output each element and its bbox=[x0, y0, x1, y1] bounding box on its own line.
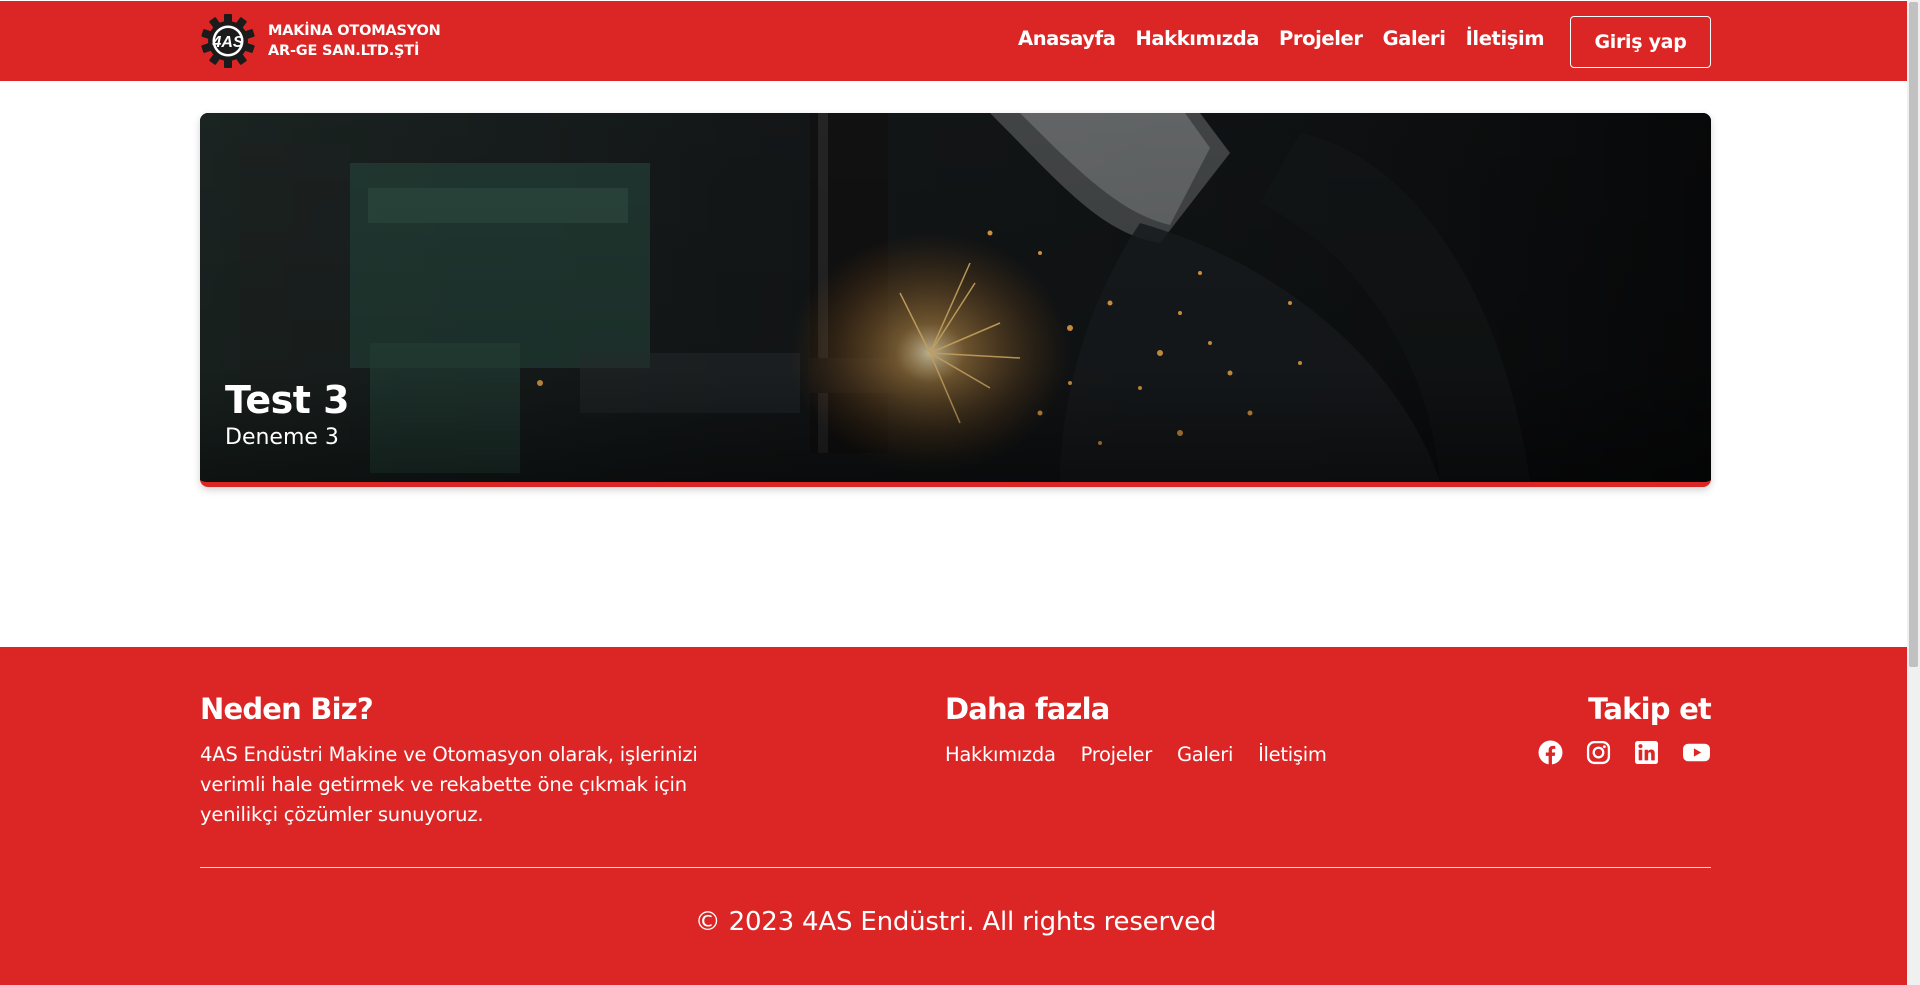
instagram-icon[interactable] bbox=[1586, 740, 1611, 765]
copyright-text: © 2023 4AS Endüstri. All rights reserved bbox=[694, 907, 1217, 937]
hero-card[interactable]: Test 3 Deneme 3 bbox=[200, 113, 1711, 487]
nav-projects[interactable]: Projeler bbox=[1279, 27, 1363, 50]
footer-more-title: Daha fazla bbox=[945, 692, 1110, 726]
brand-line-1: MAKİNA OTOMASYON bbox=[268, 23, 441, 39]
nav-about[interactable]: Hakkımızda bbox=[1135, 27, 1259, 50]
linkedin-icon[interactable] bbox=[1634, 740, 1659, 765]
hero-title: Test 3 bbox=[225, 378, 350, 422]
footer-link-projects[interactable]: Projeler bbox=[1081, 740, 1153, 770]
footer-why-text: 4AS Endüstri Makine ve Otomasyon olarak,… bbox=[200, 743, 698, 826]
footer-follow-title: Takip et bbox=[1588, 692, 1712, 726]
hero-caption: Test 3 Deneme 3 bbox=[225, 377, 350, 453]
gear-logo-icon: 4AS bbox=[201, 14, 255, 68]
brand-line-2: AR-GE SAN.LTD.ŞTİ bbox=[268, 43, 420, 59]
login-button[interactable]: Giriş yap bbox=[1570, 16, 1711, 68]
navbar: 4AS MAKİNA OTOMASYON AR-GE SAN.LTD.ŞTİ A… bbox=[0, 1, 1907, 81]
youtube-icon[interactable] bbox=[1682, 740, 1711, 765]
page-viewport: 4AS MAKİNA OTOMASYON AR-GE SAN.LTD.ŞTİ A… bbox=[0, 0, 1907, 985]
nav-contact[interactable]: İletişim bbox=[1466, 27, 1545, 50]
footer: Neden Biz? 4AS Endüstri Makine ve Otomas… bbox=[0, 647, 1907, 985]
social-links bbox=[1500, 740, 1711, 765]
scrollbar-thumb[interactable] bbox=[1909, 2, 1918, 667]
footer-link-contact[interactable]: İletişim bbox=[1258, 740, 1327, 770]
footer-divider bbox=[200, 867, 1711, 868]
nav-gallery[interactable]: Galeri bbox=[1383, 27, 1446, 50]
facebook-icon[interactable] bbox=[1538, 740, 1563, 765]
welding-photo-image bbox=[200, 113, 1711, 482]
brand[interactable]: 4AS MAKİNA OTOMASYON AR-GE SAN.LTD.ŞTİ bbox=[200, 13, 441, 69]
footer-links: Hakkımızda Projeler Galeri İletişim bbox=[945, 740, 1327, 770]
footer-follow-section: Takip et bbox=[1500, 689, 1712, 765]
hero-subtitle: Deneme 3 bbox=[225, 425, 339, 450]
page-scrollbar[interactable] bbox=[1907, 0, 1920, 985]
main-nav: Anasayfa Hakkımızda Projeler Galeri İlet… bbox=[1018, 27, 1545, 50]
footer-link-about[interactable]: Hakkımızda bbox=[945, 740, 1056, 770]
nav-home[interactable]: Anasayfa bbox=[1018, 27, 1116, 50]
brand-name: MAKİNA OTOMASYON AR-GE SAN.LTD.ŞTİ bbox=[268, 21, 441, 61]
brand-logo-text: 4AS bbox=[211, 34, 243, 51]
footer-more-section: Daha fazla Hakkımızda Projeler Galeri İl… bbox=[945, 689, 1327, 770]
footer-link-gallery[interactable]: Galeri bbox=[1177, 740, 1233, 770]
footer-why-title: Neden Biz? bbox=[200, 692, 374, 726]
footer-why-section: Neden Biz? 4AS Endüstri Makine ve Otomas… bbox=[200, 689, 740, 830]
